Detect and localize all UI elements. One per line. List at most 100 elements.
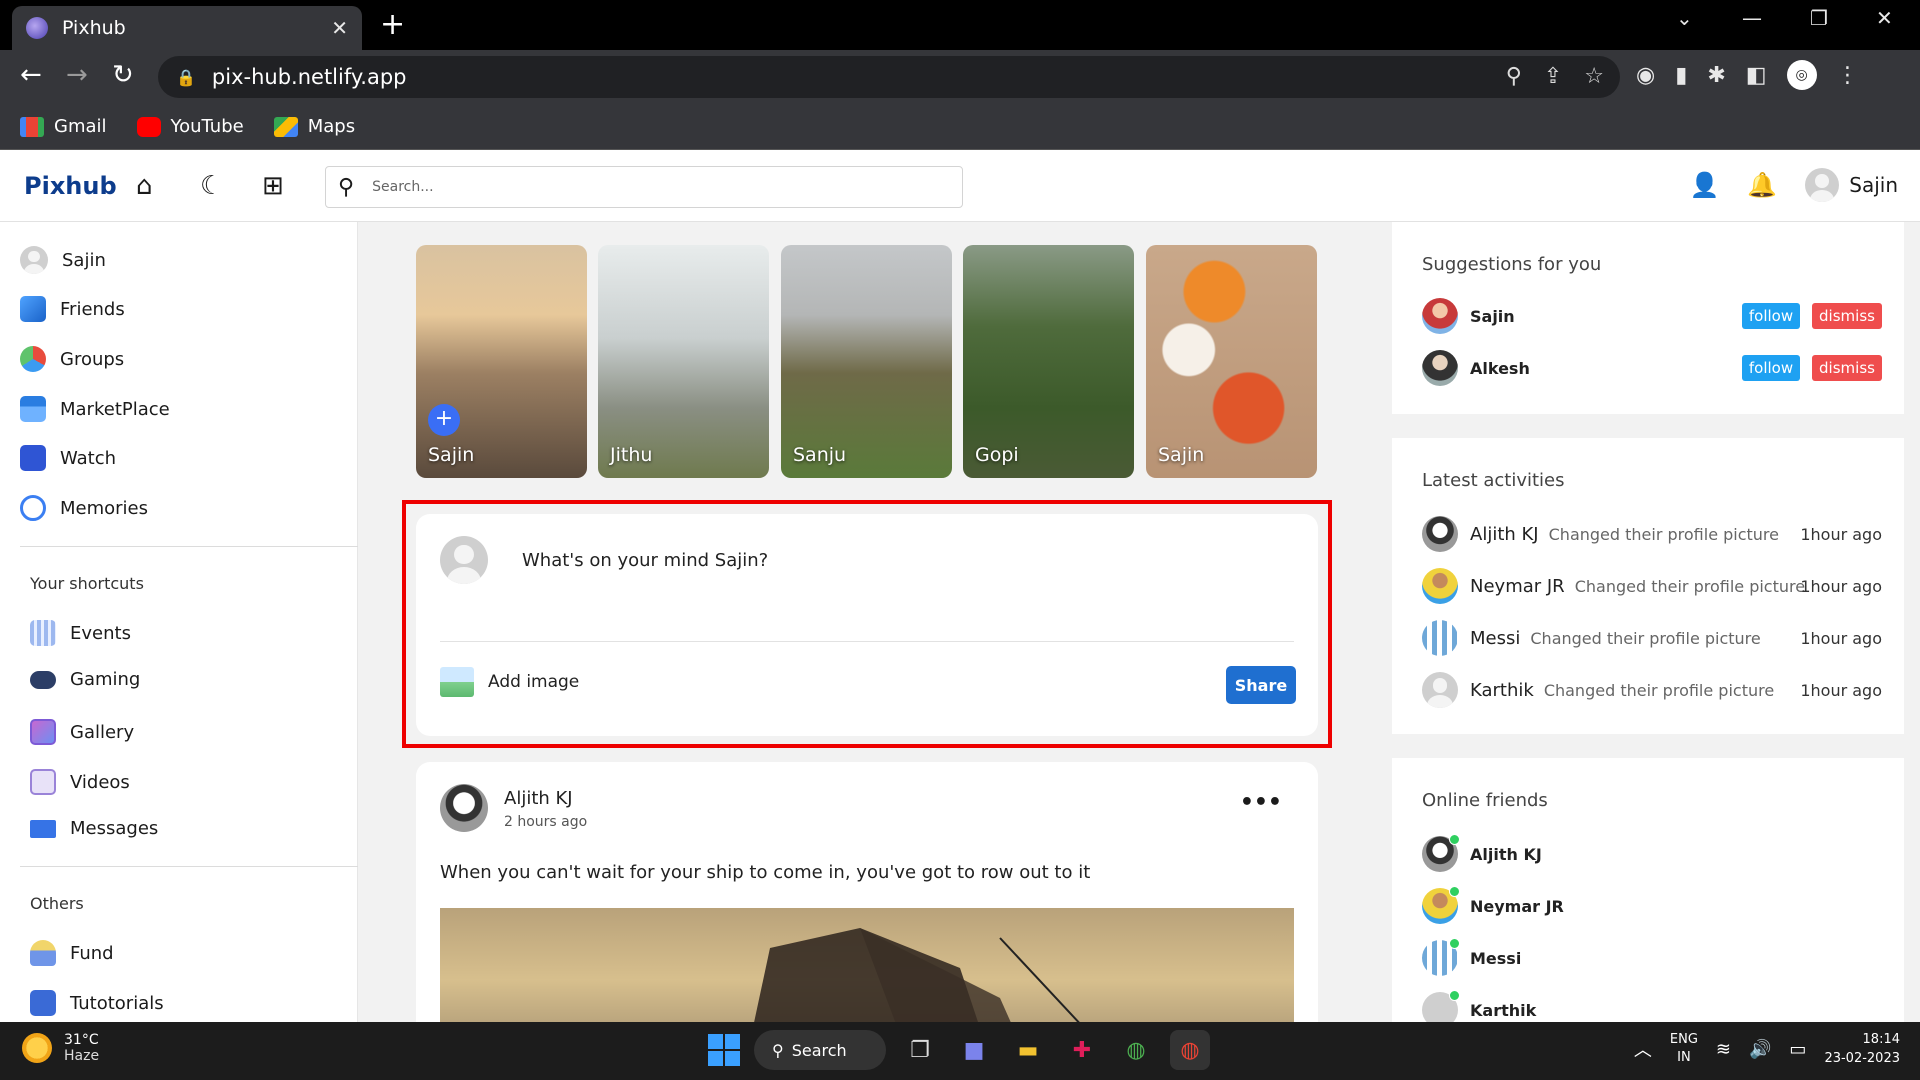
search-box[interactable]: ⚲ [325,166,963,208]
restore-button[interactable]: ❐ [1810,6,1828,30]
share-button[interactable]: Share [1226,666,1296,704]
others-label: Fund [70,942,114,964]
lock-icon[interactable]: 🔒 [176,68,196,87]
new-tab-button[interactable]: + [380,8,405,42]
sidebar-item-watch[interactable]: Watch [20,445,116,471]
add-story-icon[interactable]: + [428,404,460,436]
sidebar-item-memories[interactable]: Memories [20,495,148,521]
maps-icon [273,116,298,137]
dismiss-button[interactable]: dismiss [1812,355,1882,381]
add-image-button[interactable]: Add image [440,667,579,697]
extension-mask-icon[interactable]: ◉ [1636,63,1655,88]
search-input[interactable] [372,179,933,195]
nav-user[interactable]: Sajin [1805,168,1898,202]
wifi-icon[interactable]: ≋ [1716,1039,1731,1060]
activity-name[interactable]: Aljith KJ [1470,524,1539,545]
file-explorer-icon[interactable]: ▬ [1008,1030,1048,1070]
online-avatar [1422,938,1460,976]
suggestion-name[interactable]: Alkesh [1470,359,1530,378]
composer-divider [440,641,1294,642]
profile-icon[interactable]: 👤 [1689,171,1719,199]
extensions-puzzle-icon[interactable]: ✱ [1707,63,1725,88]
follow-button[interactable]: follow [1742,355,1800,381]
activity-avatar[interactable] [1422,568,1458,604]
share-page-icon[interactable]: ⇪ [1544,64,1562,89]
activity-name[interactable]: Neymar JR [1470,576,1565,597]
dark-mode-icon[interactable]: ☾ [200,172,223,200]
activity-avatar[interactable] [1422,620,1458,656]
others-fund[interactable]: Fund [30,940,114,966]
online-friend-row[interactable]: Messi [1422,938,1882,976]
task-view-icon[interactable]: ❐ [900,1030,940,1070]
suggestion-avatar[interactable] [1422,350,1458,386]
shortcut-videos[interactable]: Videos [30,769,130,795]
close-window-button[interactable]: ✕ [1876,6,1893,30]
shortcut-messages[interactable]: Messages [30,818,158,839]
chrome-menu-icon[interactable]: ⋮ [1837,63,1859,88]
activity-avatar[interactable] [1422,672,1458,708]
extension-bottle-icon[interactable]: ▮ [1675,63,1687,88]
activity-row: Karthik Changed their profile picture 1h… [1422,672,1882,708]
slack-icon[interactable]: ✚ [1062,1030,1102,1070]
sidebar-item-profile[interactable]: Sajin [20,246,106,274]
apps-grid-icon[interactable]: ⊞ [262,172,284,200]
close-tab-icon[interactable]: ✕ [331,16,348,40]
online-name: Neymar JR [1470,896,1564,916]
address-bar[interactable]: 🔒 pix-hub.netlify.app ⚲ ⇪ ☆ [158,56,1620,98]
bookmark-gmail[interactable]: Gmail [20,116,107,137]
composer-input[interactable]: What's on your mind Sajin? [522,550,768,571]
app-logo[interactable]: Pixhub [24,172,117,200]
shortcut-events[interactable]: Events [30,620,131,646]
language-indicator[interactable]: ENG IN [1670,1031,1698,1067]
back-button[interactable]: ← [20,60,42,90]
bookmark-star-icon[interactable]: ☆ [1584,64,1604,89]
reload-button[interactable]: ↻ [112,60,134,90]
tab-search-icon[interactable]: ⌄ [1676,6,1693,30]
weather-widget[interactable]: 31°C Haze [22,1032,99,1064]
bookmark-maps[interactable]: Maps [273,116,355,137]
more-options-icon[interactable]: ••• [1240,790,1282,815]
forward-button[interactable]: → [66,60,88,90]
battery-icon[interactable]: ▭ [1789,1039,1806,1060]
story-card[interactable]: Sanju [781,245,952,478]
zoom-icon[interactable]: ⚲ [1506,64,1522,89]
profile-avatar-icon[interactable]: ◎ [1786,60,1817,90]
teams-chat-icon[interactable]: ■ [954,1030,994,1070]
chrome-profile-icon[interactable]: ◍ [1170,1030,1210,1070]
suggestion-name[interactable]: Sajin [1470,307,1515,326]
online-friend-row[interactable]: Aljith KJ [1422,834,1882,872]
browser-tab[interactable]: Pixhub ✕ [12,6,362,50]
shortcut-gaming[interactable]: Gaming [30,669,140,690]
activity-avatar[interactable] [1422,516,1458,552]
activity-name[interactable]: Karthik [1470,680,1534,701]
show-hidden-icons-chevron-icon[interactable]: ︿ [1634,1036,1652,1062]
notifications-bell-icon[interactable]: 🔔 [1747,171,1777,199]
dismiss-button[interactable]: dismiss [1812,303,1882,329]
others-tutorials[interactable]: Tutotorials [30,990,164,1016]
activity-name[interactable]: Messi [1470,628,1520,649]
sidebar-item-friends[interactable]: Friends [20,296,125,322]
windows-start-icon[interactable] [708,1034,740,1066]
home-icon[interactable]: ⌂ [136,172,153,200]
story-card[interactable]: Jithu [598,245,769,478]
taskbar-search[interactable]: ⚲ Search [754,1030,886,1070]
follow-button[interactable]: follow [1742,303,1800,329]
minimize-button[interactable]: — [1742,6,1762,30]
shortcut-gallery[interactable]: Gallery [30,719,134,745]
online-friend-row[interactable]: Neymar JR [1422,886,1882,924]
story-card[interactable]: Sajin [1146,245,1317,478]
side-panel-icon[interactable]: ◧ [1746,63,1767,88]
sidebar-item-groups[interactable]: Groups [20,346,124,372]
activity-time: 1hour ago [1800,576,1882,596]
bookmark-youtube[interactable]: YouTube [136,116,244,137]
url-text[interactable]: pix-hub.netlify.app [212,65,407,89]
story-card[interactable]: Gopi [963,245,1134,478]
story-card[interactable]: + Sajin [416,245,587,478]
suggestion-avatar[interactable] [1422,298,1458,334]
chrome-icon[interactable]: ◍ [1116,1030,1156,1070]
volume-icon[interactable]: 🔊 [1749,1039,1771,1060]
post-author[interactable]: Aljith KJ [504,788,573,809]
clock[interactable]: 18:14 23-02-2023 [1824,1030,1900,1068]
sidebar-item-marketplace[interactable]: MarketPlace [20,396,170,422]
post-author-avatar[interactable] [440,784,488,832]
